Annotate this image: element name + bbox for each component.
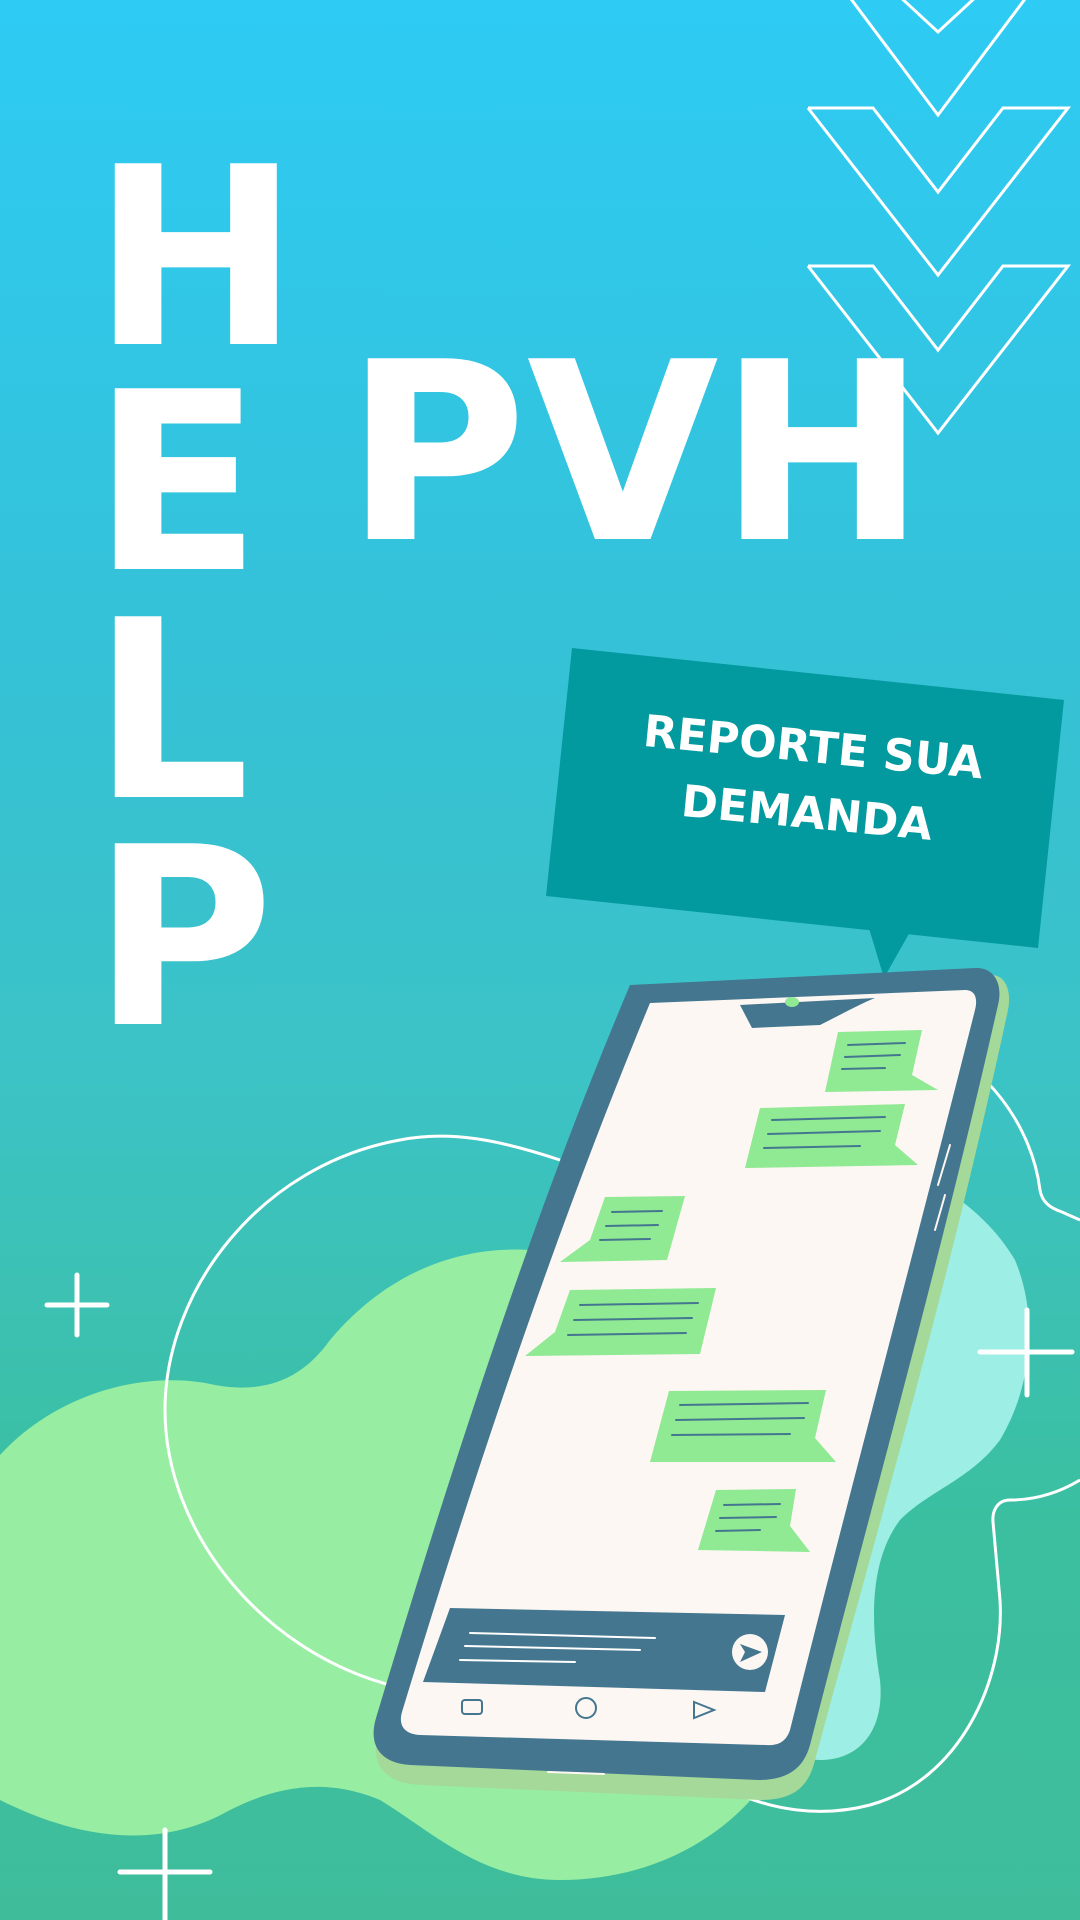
headline: PVH [345,310,927,598]
message-input-bar [423,1608,785,1692]
send-icon [732,1634,768,1670]
help-letter-p: P [92,795,274,1083]
camera [785,997,799,1007]
